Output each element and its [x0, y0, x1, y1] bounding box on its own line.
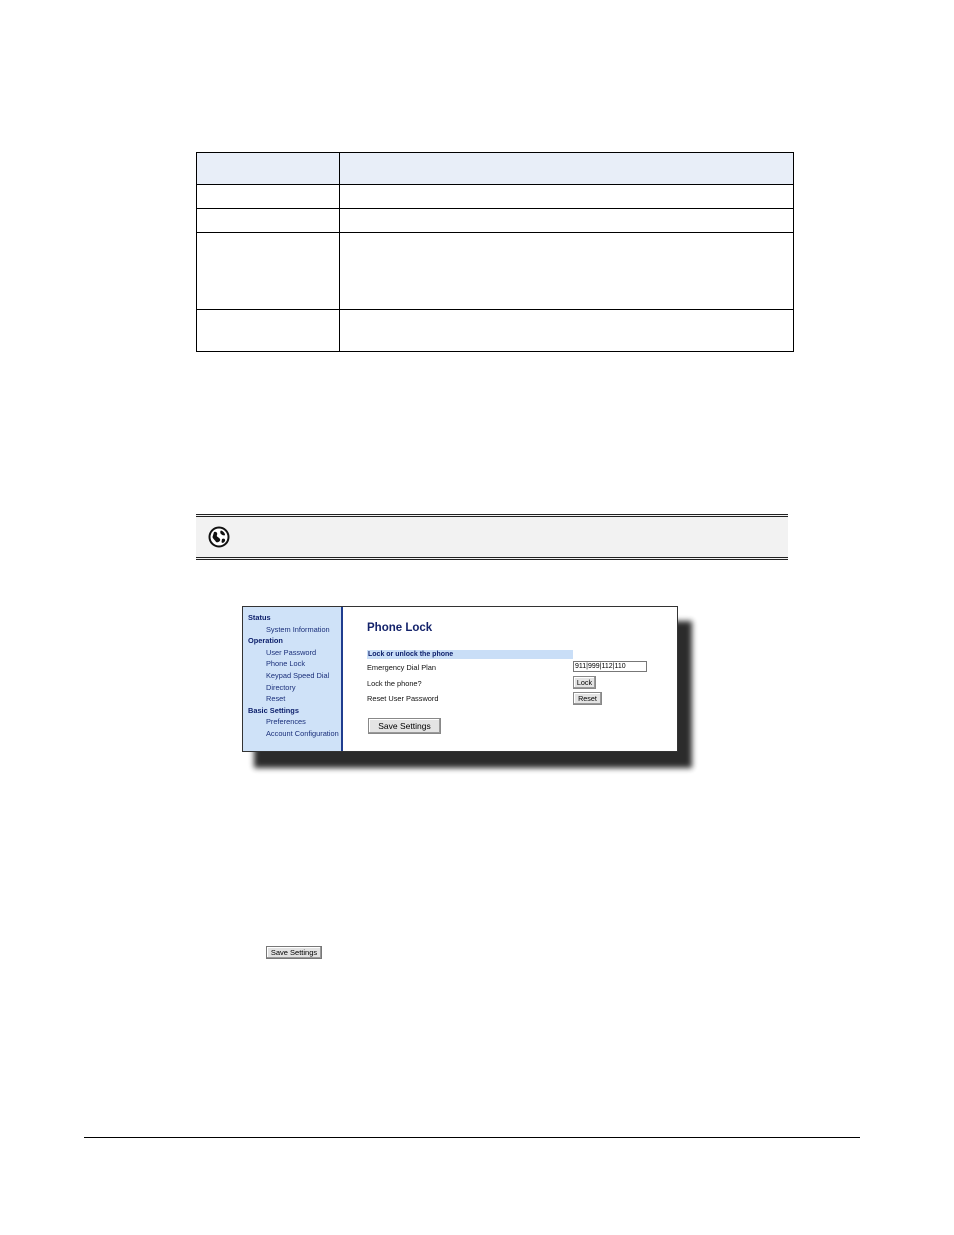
- reset-password-label: Reset User Password: [367, 694, 439, 703]
- reset-button[interactable]: Reset: [573, 692, 602, 705]
- table-row: [196, 184, 794, 209]
- web-ui-main: Phone Lock Lock or unlock the phone Emer…: [343, 607, 677, 751]
- table-row: [196, 208, 794, 233]
- table-cell: [196, 232, 340, 310]
- emergency-dial-plan-label: Emergency Dial Plan: [367, 663, 437, 672]
- web-ui-note-bar: [196, 514, 788, 560]
- table-row: [196, 309, 794, 352]
- footer-rule: [84, 1137, 860, 1138]
- sidebar-section-heading: Operation: [248, 636, 283, 646]
- sidebar-link[interactable]: System Information: [243, 624, 341, 636]
- inline-save-settings-button: Save Settings: [266, 946, 322, 959]
- sidebar-link[interactable]: Phone Lock: [243, 658, 341, 670]
- lock-button[interactable]: Lock: [573, 676, 596, 689]
- section-header: Lock or unlock the phone: [367, 650, 573, 659]
- sidebar-link[interactable]: Directory: [243, 682, 341, 694]
- table-cell: [196, 184, 340, 209]
- sidebar-section-heading: Status: [248, 613, 271, 622]
- page-title: Phone Lock: [367, 622, 433, 634]
- sidebar-link[interactable]: Preferences: [243, 716, 341, 728]
- sidebar-link[interactable]: Reset: [243, 693, 341, 705]
- save-settings-button[interactable]: Save Settings: [368, 718, 441, 734]
- table-cell: [339, 232, 794, 310]
- table-header-row: [196, 152, 794, 185]
- table-cell: [196, 208, 340, 233]
- sidebar-link[interactable]: Keypad Speed Dial: [243, 670, 341, 682]
- table-cell: [196, 309, 340, 352]
- globe-icon: [208, 526, 230, 548]
- lock-phone-label: Lock the phone?: [367, 679, 422, 688]
- table-header-cell: [339, 152, 794, 185]
- parameter-table: [196, 152, 794, 352]
- sidebar-section-heading: Basic Settings: [248, 705, 299, 715]
- phone-lock-screenshot: Status System Information Operation User Pa…: [242, 606, 678, 752]
- sidebar-link[interactable]: Account Configuration: [243, 728, 341, 740]
- table-cell: [339, 208, 794, 233]
- table-header-cell: [196, 152, 340, 185]
- table-row: [196, 232, 794, 310]
- web-ui-sidebar: Status System Information Operation User Pa…: [243, 607, 343, 751]
- emergency-dial-plan-input[interactable]: 911|999|112|110: [573, 661, 647, 672]
- table-cell: [339, 184, 794, 209]
- sidebar-link[interactable]: User Password: [243, 647, 341, 659]
- table-cell: [339, 309, 794, 352]
